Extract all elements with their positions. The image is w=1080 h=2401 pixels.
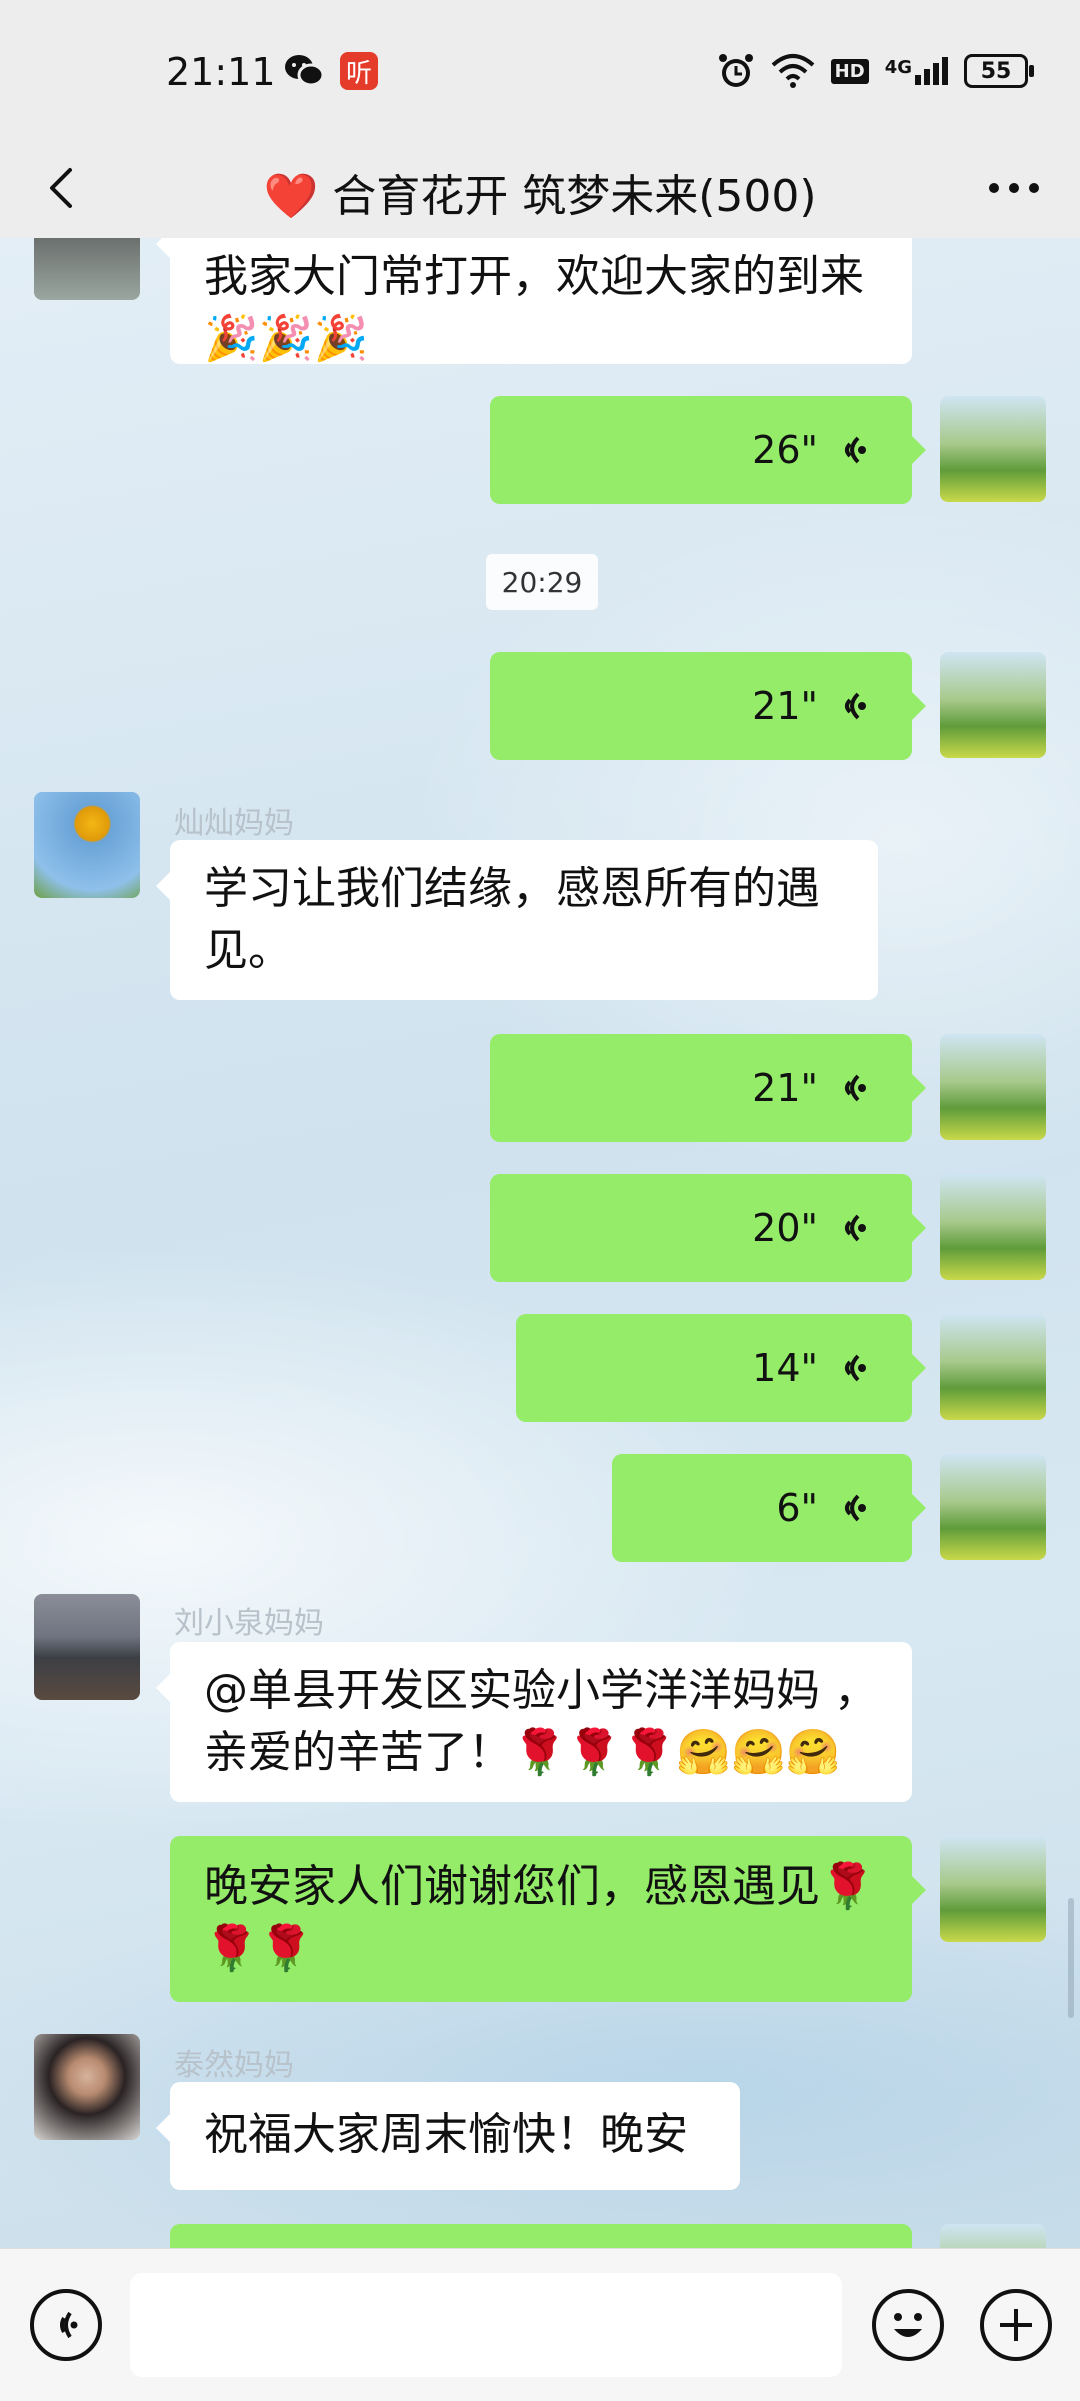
sender-name: 泰然妈妈 <box>174 2048 294 2083</box>
hd-icon: HD <box>830 58 869 84</box>
notification-icons: 听 <box>284 52 378 90</box>
sender-name: 灿灿妈妈 <box>174 806 294 841</box>
avatar[interactable] <box>34 2034 140 2140</box>
voice-wave-icon <box>845 1354 866 1382</box>
voice-icon <box>60 2311 78 2339</box>
input-bar <box>0 2248 1080 2401</box>
voice-duration: 21" <box>752 684 818 728</box>
avatar[interactable] <box>34 1594 140 1700</box>
voice-message-bubble[interactable]: 21" <box>490 1034 926 1142</box>
chat-title: ❤️ 合育花开 筑梦未来(500) <box>263 171 817 222</box>
my-avatar[interactable] <box>940 396 1046 502</box>
message-text: @单县开发区实验小学洋洋妈妈 ，亲爱的辛苦了！🌹🌹🌹🤗🤗🤗 <box>204 1665 878 1778</box>
message-text: 学习让我们结缘，感恩所有的遇见。 <box>204 863 820 976</box>
my-avatar[interactable] <box>940 652 1046 758</box>
voice-message-bubble[interactable]: 26" <box>490 396 926 504</box>
signal-icon: 4G <box>885 57 948 85</box>
scrollbar[interactable] <box>1068 1898 1074 2018</box>
network-type: 4G <box>884 57 912 78</box>
voice-duration: 21" <box>752 1066 818 1110</box>
message-text: 祝福大家周末愉快！晚安 <box>204 2109 688 2160</box>
my-avatar[interactable] <box>940 1034 1046 1140</box>
voice-wave-icon <box>845 1214 866 1242</box>
message-text: 我家大门常打开，欢迎大家的到来🎉🎉🎉 <box>204 251 864 364</box>
status-time: 21:11 <box>166 50 276 94</box>
emoji-button[interactable] <box>872 2289 944 2361</box>
voice-wave-icon <box>845 436 866 464</box>
message-bubble-incoming[interactable]: 祝福大家周末愉快！晚安 <box>156 2082 740 2190</box>
message-bubble-outgoing[interactable] <box>170 2224 912 2248</box>
wifi-icon <box>771 54 815 88</box>
voice-input-button[interactable] <box>30 2289 102 2361</box>
emoji-icon <box>894 2313 922 2337</box>
listen-app-icon: 听 <box>340 52 378 90</box>
my-avatar[interactable] <box>940 1836 1046 1942</box>
voice-message-bubble[interactable]: 6" <box>612 1454 926 1562</box>
system-icons: HD 4G 55 <box>717 52 1034 90</box>
sender-name: 刘小泉妈妈 <box>174 1606 324 1641</box>
message-bubble-outgoing[interactable]: 晚安家人们谢谢您们，感恩遇见🌹🌹🌹 <box>170 1836 926 2002</box>
voice-message-bubble[interactable]: 21" <box>490 652 926 760</box>
message-bubble-incoming[interactable]: 我家大门常打开，欢迎大家的到来🎉🎉🎉 <box>156 238 912 364</box>
my-avatar[interactable] <box>940 1174 1046 1280</box>
my-avatar[interactable] <box>940 2224 1046 2248</box>
more-options-icon[interactable] <box>984 162 1044 214</box>
chat-header: ❤️ 合育花开 筑梦未来(500) <box>0 140 1080 239</box>
voice-message-bubble[interactable]: 20" <box>490 1174 926 1282</box>
voice-wave-icon <box>845 1074 866 1102</box>
back-arrow-icon[interactable] <box>36 162 88 214</box>
alarm-icon <box>718 54 753 87</box>
message-bubble-incoming[interactable]: 学习让我们结缘，感恩所有的遇见。 <box>156 840 878 1000</box>
voice-wave-icon <box>845 1494 866 1522</box>
voice-message-bubble[interactable]: 14" <box>516 1314 926 1422</box>
voice-wave-icon <box>845 692 866 720</box>
voice-duration: 20" <box>752 1206 818 1250</box>
avatar[interactable] <box>34 792 140 898</box>
battery-indicator: 55 <box>964 54 1034 88</box>
timestamp: 20:29 <box>486 554 598 610</box>
my-avatar[interactable] <box>940 1314 1046 1420</box>
message-list[interactable]: 我家大门常打开，欢迎大家的到来🎉🎉🎉 26" 20:29 21" 灿灿妈妈 学习… <box>0 238 1080 2248</box>
voice-duration: 14" <box>752 1346 818 1390</box>
plus-icon <box>1000 2309 1032 2341</box>
my-avatar[interactable] <box>940 1454 1046 1560</box>
voice-duration: 26" <box>752 428 818 472</box>
more-functions-button[interactable] <box>980 2289 1052 2361</box>
message-bubble-incoming[interactable]: @单县开发区实验小学洋洋妈妈 ，亲爱的辛苦了！🌹🌹🌹🤗🤗🤗 <box>156 1642 912 1802</box>
message-text: 晚安家人们谢谢您们，感恩遇见🌹🌹🌹 <box>204 1861 875 1974</box>
wechat-icon <box>285 55 324 87</box>
message-input[interactable] <box>130 2273 842 2377</box>
avatar[interactable] <box>34 238 140 300</box>
voice-duration: 6" <box>776 1486 818 1530</box>
status-bar: 21:11 听 HD 4G 55 <box>0 0 1080 140</box>
